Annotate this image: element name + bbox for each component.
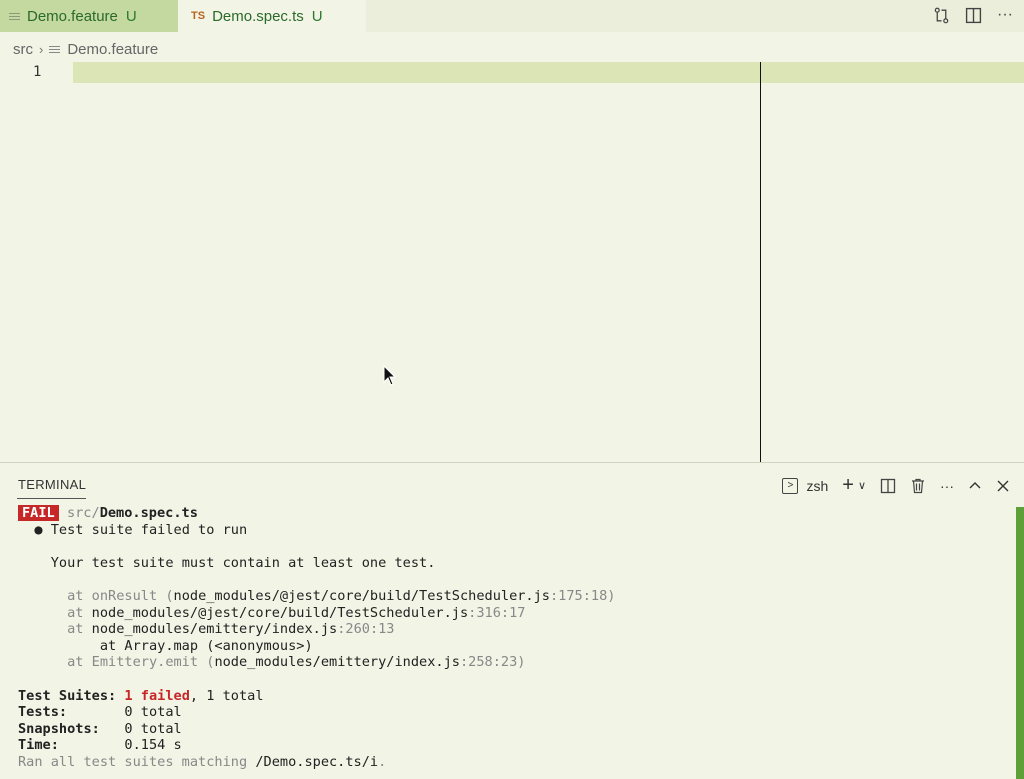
tests-label: Tests: — [18, 704, 125, 721]
stack-prefix: at — [67, 621, 92, 638]
stack-prefix: at — [67, 604, 92, 621]
stack-loc: :316:17 — [468, 604, 526, 621]
error-message: Your test suite must contain at least on… — [50, 554, 436, 571]
test-file-dir: src/ — [66, 505, 100, 521]
ran-label: Ran all test suites matching — [18, 753, 256, 770]
tab-label: Demo.spec.ts — [212, 7, 304, 25]
split-editor-icon[interactable] — [964, 6, 982, 24]
ran-end: . — [378, 753, 387, 770]
mouse-pointer-icon — [383, 364, 397, 392]
compare-changes-icon[interactable] — [932, 6, 950, 24]
typescript-icon: TS — [191, 10, 206, 22]
chevron-right-icon: › — [39, 41, 44, 57]
terminal-icon: > — [782, 477, 799, 494]
error-title: ● Test suite failed to run — [34, 521, 248, 538]
terminal-tab[interactable]: TERMINAL — [18, 477, 86, 492]
file-lines-icon — [9, 11, 20, 21]
tests-value: 0 total — [124, 704, 182, 721]
time-value: 0.154 s — [124, 737, 182, 754]
suites-rest: , 1 total — [189, 687, 264, 704]
tab-demo-spec[interactable]: TS Demo.spec.ts U — [178, 0, 366, 32]
trash-icon[interactable] — [910, 478, 926, 494]
stack-path: node_modules/emittery/index.js — [214, 654, 460, 671]
breadcrumb: src › Demo.feature — [0, 38, 158, 60]
shell-name: zsh — [806, 477, 829, 494]
fail-badge: FAIL — [18, 505, 59, 521]
line-number: 1 — [33, 64, 42, 80]
split-terminal-icon[interactable] — [880, 478, 896, 494]
stack-path: node_modules/emittery/index.js — [91, 621, 338, 638]
close-icon[interactable] — [996, 479, 1010, 493]
stack-loc: :175:18) — [550, 587, 616, 604]
breadcrumb-file[interactable]: Demo.feature — [67, 41, 158, 58]
stack-path: node_modules/@jest/core/build/TestSchedu… — [173, 587, 550, 604]
terminal-panel: TERMINAL > zsh + ∨ ··· FAIL src/Demo.spec… — [0, 462, 1024, 779]
more-actions-icon[interactable]: ··· — [940, 478, 954, 494]
stack-prefix: at onResult ( — [67, 587, 174, 604]
tab-status: U — [311, 7, 323, 25]
terminal-output[interactable]: FAIL src/Demo.spec.ts ● Test suite faile… — [18, 505, 615, 771]
more-actions-icon[interactable]: ··· — [996, 6, 1014, 24]
stack-path: at Array.map (<anonymous>) — [67, 637, 313, 654]
file-lines-icon — [49, 44, 61, 54]
terminal-scrollbar[interactable] — [1016, 507, 1024, 779]
test-file-name: Demo.spec.ts — [99, 505, 198, 521]
breadcrumb-folder[interactable]: src — [13, 41, 33, 58]
terminal-shell-selector[interactable]: > zsh — [782, 477, 829, 494]
tab-bar: Demo.feature U TS Demo.spec.ts U ··· — [0, 0, 1024, 32]
stack-prefix: at Emittery.emit ( — [67, 654, 215, 671]
time-label: Time: — [18, 737, 125, 754]
snapshots-value: 0 total — [124, 720, 182, 737]
suites-label: Test Suites: — [18, 687, 125, 704]
suites-failed: 1 failed — [124, 687, 190, 704]
stack-path: node_modules/@jest/core/build/TestSchedu… — [91, 604, 469, 621]
chevron-down-icon[interactable]: ∨ — [858, 479, 866, 492]
terminal-tab-underline — [17, 498, 86, 499]
current-line-highlight — [73, 62, 1024, 83]
editor[interactable]: 1 — [0, 62, 1024, 462]
ran-pattern: /Demo.spec.ts/i — [255, 753, 379, 770]
tab-label: Demo.feature — [27, 7, 118, 25]
tab-status: U — [125, 7, 137, 25]
chevron-up-icon[interactable] — [968, 479, 982, 493]
snapshots-label: Snapshots: — [18, 720, 125, 737]
stack-loc: :260:13 — [337, 621, 395, 638]
editor-ruler — [760, 62, 761, 462]
tab-demo-feature[interactable]: Demo.feature U — [0, 0, 178, 32]
new-terminal-icon[interactable]: + — [842, 474, 854, 497]
stack-loc: :258:23) — [459, 654, 526, 671]
